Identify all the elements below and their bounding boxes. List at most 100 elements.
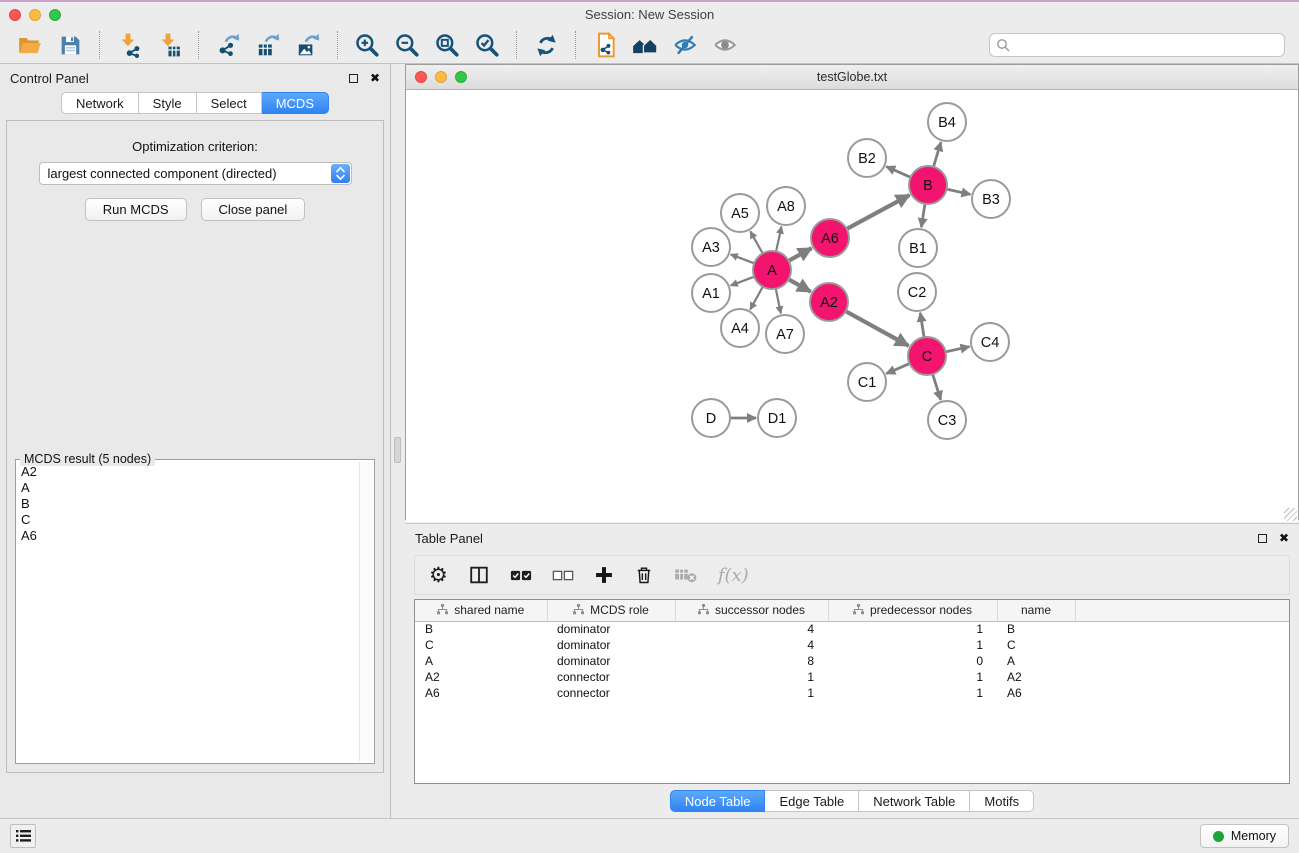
table-cell[interactable]: A6	[997, 685, 1075, 701]
table-cell[interactable]: dominator	[547, 621, 675, 637]
table-cell[interactable]: A2	[997, 669, 1075, 685]
node-A4[interactable]: A4	[721, 309, 759, 347]
node-B1[interactable]: B1	[899, 229, 937, 267]
node-A[interactable]: A	[753, 251, 791, 289]
column-header-name[interactable]: name	[997, 600, 1075, 621]
float-table-panel-icon[interactable]	[1258, 534, 1267, 543]
table-cell[interactable]: 0	[828, 653, 997, 669]
node-A5[interactable]: A5	[721, 194, 759, 232]
zoom-selected-button[interactable]	[471, 29, 503, 61]
table-row[interactable]: A2connector11A2	[415, 669, 1289, 685]
node-C[interactable]: C	[908, 337, 946, 375]
refresh-network-view-button[interactable]	[530, 29, 562, 61]
table-cell[interactable]: A6	[415, 685, 547, 701]
create-column-button[interactable]	[594, 565, 614, 585]
table-cell[interactable]: A2	[415, 669, 547, 685]
show-panels-button[interactable]	[709, 29, 741, 61]
result-scrollbar[interactable]	[359, 462, 372, 761]
node-B2[interactable]: B2	[848, 139, 886, 177]
hide-panels-button[interactable]	[669, 29, 701, 61]
split-divider[interactable]	[391, 64, 405, 818]
save-session-button[interactable]	[54, 29, 86, 61]
table-cell[interactable]: connector	[547, 669, 675, 685]
node-D1[interactable]: D1	[758, 399, 796, 437]
import-network-button[interactable]	[113, 29, 145, 61]
node-A6[interactable]: A6	[811, 219, 849, 257]
delete-column-button[interactable]	[634, 564, 654, 586]
edge-B-B1[interactable]	[921, 204, 925, 227]
resize-grip-icon[interactable]	[1284, 508, 1297, 521]
tab-style[interactable]: Style	[139, 92, 197, 114]
close-panel-button[interactable]: Close panel	[201, 198, 306, 221]
table-cell[interactable]: 1	[828, 685, 997, 701]
node-C2[interactable]: C2	[898, 273, 936, 311]
node-C3[interactable]: C3	[928, 401, 966, 439]
tab-edge-table[interactable]: Edge Table	[765, 790, 859, 812]
list-item[interactable]: A2	[18, 464, 358, 480]
edge-A-A8[interactable]	[776, 227, 781, 252]
edge-A2-C[interactable]	[846, 311, 909, 346]
column-header-predecessor-nodes[interactable]: predecessor nodes	[828, 600, 997, 621]
edge-A6-B[interactable]	[847, 195, 910, 229]
open-cybrowser-home-button[interactable]	[629, 29, 661, 61]
list-item[interactable]: A	[18, 480, 358, 496]
edge-A-A2[interactable]	[789, 279, 811, 291]
table-cell[interactable]: 8	[675, 653, 828, 669]
table-cell[interactable]: C	[997, 637, 1075, 653]
unselect-all-columns-button[interactable]	[552, 569, 574, 582]
edge-C-C4[interactable]	[946, 347, 970, 352]
show-columns-button[interactable]	[468, 564, 490, 586]
edge-A-A1[interactable]	[731, 277, 755, 286]
show-task-history-button[interactable]	[10, 824, 36, 848]
divider-handle-icon[interactable]	[394, 437, 401, 463]
close-table-panel-icon[interactable]: ✖	[1279, 532, 1289, 544]
table-cell[interactable]: C	[415, 637, 547, 653]
table-cell[interactable]: 1	[828, 621, 997, 637]
zoom-in-button[interactable]	[351, 29, 383, 61]
zoom-out-button[interactable]	[391, 29, 423, 61]
node-A2[interactable]: A2	[810, 283, 848, 321]
close-panel-icon[interactable]: ✖	[370, 72, 380, 84]
network-graph[interactable]: AA1A2A3A4A5A6A7A8BB1B2B3B4CC1C2C3C4DD1	[406, 90, 1297, 517]
tab-network-table[interactable]: Network Table	[859, 790, 970, 812]
node-C4[interactable]: C4	[971, 323, 1009, 361]
list-item[interactable]: C	[18, 512, 358, 528]
column-header-shared-name[interactable]: shared name	[415, 600, 547, 621]
tab-select[interactable]: Select	[197, 92, 262, 114]
column-header-successor-nodes[interactable]: successor nodes	[675, 600, 828, 621]
table-cell[interactable]: dominator	[547, 637, 675, 653]
edge-A-A6[interactable]	[789, 248, 812, 261]
edge-B-B3[interactable]	[947, 189, 971, 194]
tab-node-table[interactable]: Node Table	[670, 790, 766, 812]
node-A1[interactable]: A1	[692, 274, 730, 312]
table-cell[interactable]: B	[415, 621, 547, 637]
node-B4[interactable]: B4	[928, 103, 966, 141]
table-cell[interactable]: 1	[675, 669, 828, 685]
export-table-button[interactable]	[252, 29, 284, 61]
column-header-MCDS-role[interactable]: MCDS role	[547, 600, 675, 621]
select-all-columns-button[interactable]	[510, 569, 532, 582]
table-row[interactable]: Adominator80A	[415, 653, 1289, 669]
edge-C-C2[interactable]	[920, 313, 924, 337]
export-network-button[interactable]	[212, 29, 244, 61]
table-cell[interactable]: A	[997, 653, 1075, 669]
edge-A-A5[interactable]	[750, 231, 762, 253]
edge-B-B2[interactable]	[886, 166, 910, 177]
edge-A-A4[interactable]	[750, 287, 763, 310]
export-image-button[interactable]	[292, 29, 324, 61]
table-cell[interactable]: connector	[547, 685, 675, 701]
table-cell[interactable]: A	[415, 653, 547, 669]
list-item[interactable]: A6	[18, 528, 358, 544]
run-mcds-button[interactable]: Run MCDS	[85, 198, 187, 221]
search-input[interactable]	[989, 33, 1285, 57]
float-panel-icon[interactable]	[349, 74, 358, 83]
duplicate-network-button[interactable]	[589, 29, 621, 61]
edge-C-C3[interactable]	[933, 374, 941, 400]
table-cell[interactable]: 1	[828, 669, 997, 685]
table-settings-button[interactable]: ⚙	[429, 565, 448, 586]
edge-A-A7[interactable]	[776, 289, 781, 314]
tab-network[interactable]: Network	[61, 92, 139, 114]
tab-motifs[interactable]: Motifs	[970, 790, 1034, 812]
table-row[interactable]: Cdominator41C	[415, 637, 1289, 653]
import-table-button[interactable]	[153, 29, 185, 61]
